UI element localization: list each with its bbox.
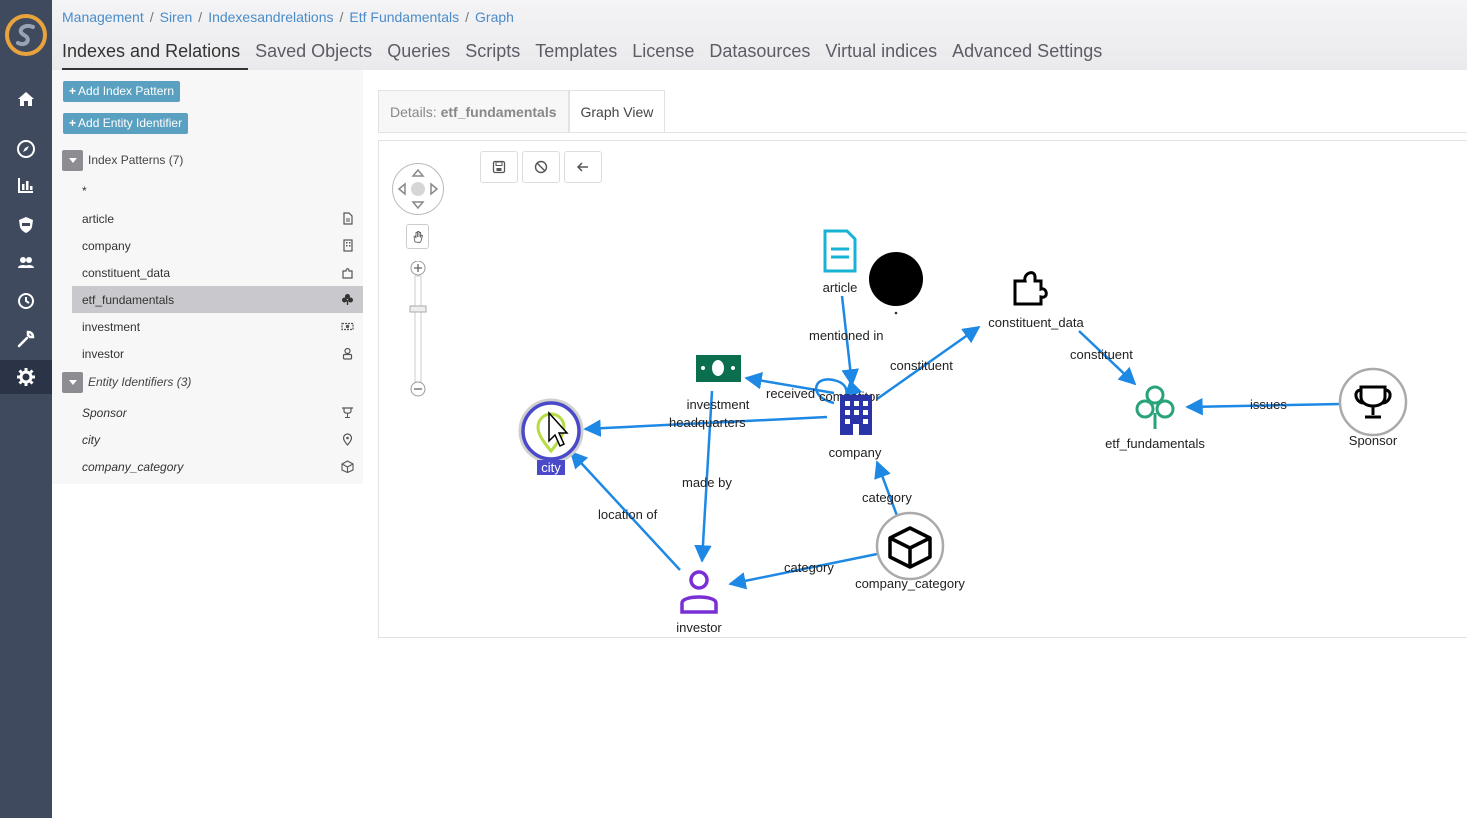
- svg-text:investor: investor: [676, 620, 722, 635]
- management-tabs: Indexes and Relations Saved Objects Quer…: [62, 40, 1110, 70]
- index-pattern-item[interactable]: constituent_data: [72, 259, 363, 286]
- money-icon: [341, 322, 354, 331]
- club-icon: [342, 294, 353, 305]
- breadcrumb-indexesandrelations[interactable]: Indexesandrelations: [208, 9, 333, 25]
- svg-text:Sponsor: Sponsor: [1349, 433, 1398, 448]
- tab-scripts[interactable]: Scripts: [458, 40, 528, 70]
- edge-label-category-2: category: [784, 560, 834, 575]
- cube-icon: [341, 460, 354, 473]
- index-patterns-group[interactable]: Index Patterns (7): [62, 149, 183, 171]
- node-investor[interactable]: investor: [676, 570, 722, 635]
- home-icon[interactable]: [0, 82, 52, 116]
- black-dot-node[interactable]: [869, 252, 923, 306]
- node-city[interactable]: city: [518, 398, 584, 475]
- club-icon: [1135, 385, 1175, 429]
- tab-indexes-and-relations[interactable]: Indexes and Relations: [62, 40, 249, 70]
- index-pattern-item[interactable]: company: [72, 232, 363, 259]
- dot-marker: [894, 311, 898, 315]
- edge-label-received: received: [766, 386, 815, 401]
- user-icon: [342, 347, 353, 360]
- index-tree-panel: + Add Index Pattern + Add Entity Identifie…: [52, 70, 363, 484]
- breadcrumb-siren[interactable]: Siren: [160, 9, 193, 25]
- puzzle-icon: [342, 268, 353, 279]
- trophy-icon: [342, 407, 353, 418]
- wrench-icon[interactable]: [0, 322, 52, 356]
- svg-text:company: company: [829, 445, 882, 460]
- document-icon: [343, 212, 353, 225]
- puzzle-icon: [1013, 271, 1048, 306]
- bar-chart-icon[interactable]: [0, 168, 52, 202]
- graph-canvas[interactable]: mentioned in constituent constituent iss…: [378, 140, 1467, 638]
- tab-details[interactable]: Details: etf_fundamentals: [378, 90, 569, 133]
- index-pattern-item[interactable]: investment: [72, 313, 363, 340]
- collapse-caret-icon[interactable]: [62, 149, 83, 171]
- svg-text:constituent_data: constituent_data: [988, 315, 1084, 330]
- svg-text:city: city: [541, 460, 561, 475]
- entity-identifier-item[interactable]: Sponsor: [72, 399, 363, 426]
- users-icon[interactable]: [0, 246, 52, 280]
- collapse-caret-icon[interactable]: [62, 371, 83, 393]
- breadcrumb-management[interactable]: Management: [62, 9, 144, 25]
- tab-datasources[interactable]: Datasources: [702, 40, 818, 70]
- building-icon: [343, 239, 353, 252]
- node-article[interactable]: article: [823, 229, 858, 295]
- tab-queries[interactable]: Queries: [380, 40, 458, 70]
- edge-label-issues: issues: [1250, 397, 1287, 412]
- edge-label-headquarters: headquarters: [669, 415, 746, 430]
- breadcrumb-graph[interactable]: Graph: [475, 9, 514, 25]
- map-pin-icon: [342, 433, 353, 446]
- node-sponsor[interactable]: Sponsor: [1338, 367, 1408, 448]
- shield-icon[interactable]: [0, 208, 52, 242]
- svg-text:investment: investment: [687, 397, 750, 412]
- graph-panel-tabs: Details: etf_fundamentals Graph View: [378, 90, 666, 133]
- document-icon: [823, 229, 857, 273]
- breadcrumb-etf-fundamentals[interactable]: Etf Fundamentals: [349, 9, 459, 25]
- node-etf-fundamentals[interactable]: etf_fundamentals: [1105, 385, 1205, 451]
- entity-identifiers-group[interactable]: Entity Identifiers (3): [62, 371, 191, 393]
- tab-graph-view[interactable]: Graph View: [568, 90, 666, 133]
- compass-icon[interactable]: [0, 132, 52, 166]
- tab-templates[interactable]: Templates: [528, 40, 625, 70]
- app-nav-rail: [0, 0, 52, 818]
- add-index-pattern-button[interactable]: + Add Index Pattern: [63, 81, 181, 102]
- edge-label-mentioned-in: mentioned in: [809, 328, 883, 343]
- entity-identifier-item[interactable]: city: [72, 426, 363, 453]
- tab-saved-objects[interactable]: Saved Objects: [248, 40, 380, 70]
- gear-icon[interactable]: [0, 360, 52, 394]
- add-entity-identifier-button[interactable]: + Add Entity Identifier: [63, 113, 189, 134]
- edge-label-location-of: location of: [598, 507, 658, 522]
- edge-label-category-1: category: [862, 490, 912, 505]
- node-company-category[interactable]: company_category: [855, 511, 965, 591]
- siren-logo-icon[interactable]: [0, 8, 52, 62]
- edge-label-constituent-1: constituent: [890, 358, 953, 373]
- edge-label-made-by: made by: [682, 475, 732, 490]
- tab-license[interactable]: License: [625, 40, 702, 70]
- node-company[interactable]: company: [829, 395, 882, 460]
- svg-text:etf_fundamentals: etf_fundamentals: [1105, 436, 1205, 451]
- relations-graph: mentioned in constituent constituent iss…: [518, 229, 1408, 635]
- index-pattern-item[interactable]: investor: [72, 340, 363, 367]
- svg-text:article: article: [823, 280, 858, 295]
- history-icon[interactable]: [0, 284, 52, 318]
- tab-divider: [378, 132, 1467, 133]
- index-pattern-item[interactable]: article: [72, 205, 363, 232]
- management-header: Management / Siren / Indexesandrelations / …: [52, 0, 1467, 70]
- entity-identifier-item[interactable]: company_category: [72, 453, 363, 480]
- index-pattern-item[interactable]: *: [72, 177, 363, 204]
- index-pattern-item-selected[interactable]: etf_fundamentals: [72, 286, 363, 313]
- svg-text:company_category: company_category: [855, 576, 965, 591]
- tab-virtual-indices[interactable]: Virtual indices: [818, 40, 945, 70]
- breadcrumb: Management / Siren / Indexesandrelations / …: [62, 9, 514, 25]
- node-investment[interactable]: investment: [687, 355, 750, 412]
- tab-advanced-settings[interactable]: Advanced Settings: [945, 40, 1110, 70]
- edge-label-constituent-2: constituent: [1070, 347, 1133, 362]
- user-icon: [680, 570, 718, 614]
- node-constituent-data[interactable]: constituent_data: [988, 271, 1084, 330]
